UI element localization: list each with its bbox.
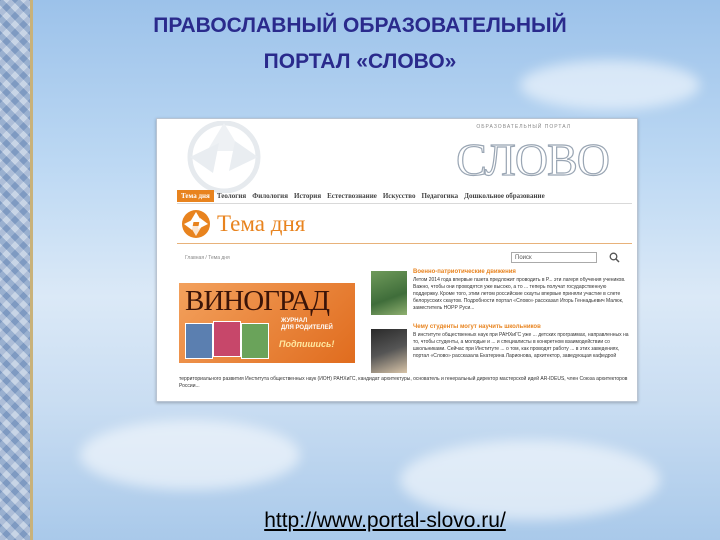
section-header: Тема дня [181,209,305,239]
nav-istoriya[interactable]: История [291,192,324,200]
magazine-subtitle: ЖУРНАЛ [281,318,308,324]
magazine-subtitle-2: ДЛЯ РОДИТЕЛЕЙ [281,325,333,331]
section-title: Тема дня [217,211,306,236]
website-screenshot: ОБРАЗОВАТЕЛЬНЫЙ ПОРТАЛ СЛОВО Тема дня Те… [156,118,638,402]
cloud [400,440,660,520]
magazine-banner[interactable]: ВИНОГРАД ЖУРНАЛ ДЛЯ РОДИТЕЛЕЙ Подпишись! [179,283,355,363]
main-nav: Тема дня Теология Филология История Есте… [177,189,632,204]
nav-pedagogika[interactable]: Педагогика [419,192,462,200]
magazine-name: ВИНОГРАД [185,285,330,317]
search-icon[interactable] [609,252,620,263]
slide-title: ПРАВОСЛАВНЫЙ ОБРАЗОВАТЕЛЬНЫЙ ПОРТАЛ «СЛО… [40,8,680,80]
news-text: Летом 2014 года впервые газета предложит… [413,277,626,311]
cloud [80,420,300,490]
portal-label: ОБРАЗОВАТЕЛЬНЫЙ ПОРТАЛ [476,124,571,130]
title-line-1: ПРАВОСЛАВНЫЙ ОБРАЗОВАТЕЛЬНЫЙ [153,14,567,37]
news-title[interactable]: Чему студенты могут научить школьников [413,324,541,330]
magazine-cover [185,323,213,359]
news-title[interactable]: Военно-патриотические движения [413,269,516,275]
nav-tema-dnya[interactable]: Тема дня [177,190,214,202]
nav-estestvoznanie[interactable]: Естествознание [324,192,380,200]
search-input[interactable]: Поиск [511,252,597,263]
breadcrumb[interactable]: Главная / Тема дня [185,255,230,261]
magazine-cover [241,323,269,359]
subscribe-cta[interactable]: Подпишись! [279,339,334,349]
nav-teologiya[interactable]: Теология [214,192,249,200]
decorative-ornament [0,0,33,540]
nav-filologiya[interactable]: Филология [249,192,291,200]
news-photo[interactable] [371,271,407,315]
aperture-icon [182,210,210,238]
divider [177,243,632,244]
portal-link[interactable]: http://www.portal-slovo.ru/ [210,509,560,533]
news-photo[interactable] [371,329,407,373]
news-text: В институте общественных наук при РАНХиГ… [413,332,629,359]
magazine-cover [213,321,241,357]
title-line-2: ПОРТАЛ «СЛОВО» [263,50,457,73]
site-logo[interactable]: СЛОВО [456,133,611,186]
news-text-continued: территориального развития Института обще… [179,376,628,389]
nav-iskusstvo[interactable]: Искусство [380,192,419,200]
nav-doshkolnoe[interactable]: Дошкольное образование [461,192,548,200]
aperture-logo-icon [187,121,261,193]
